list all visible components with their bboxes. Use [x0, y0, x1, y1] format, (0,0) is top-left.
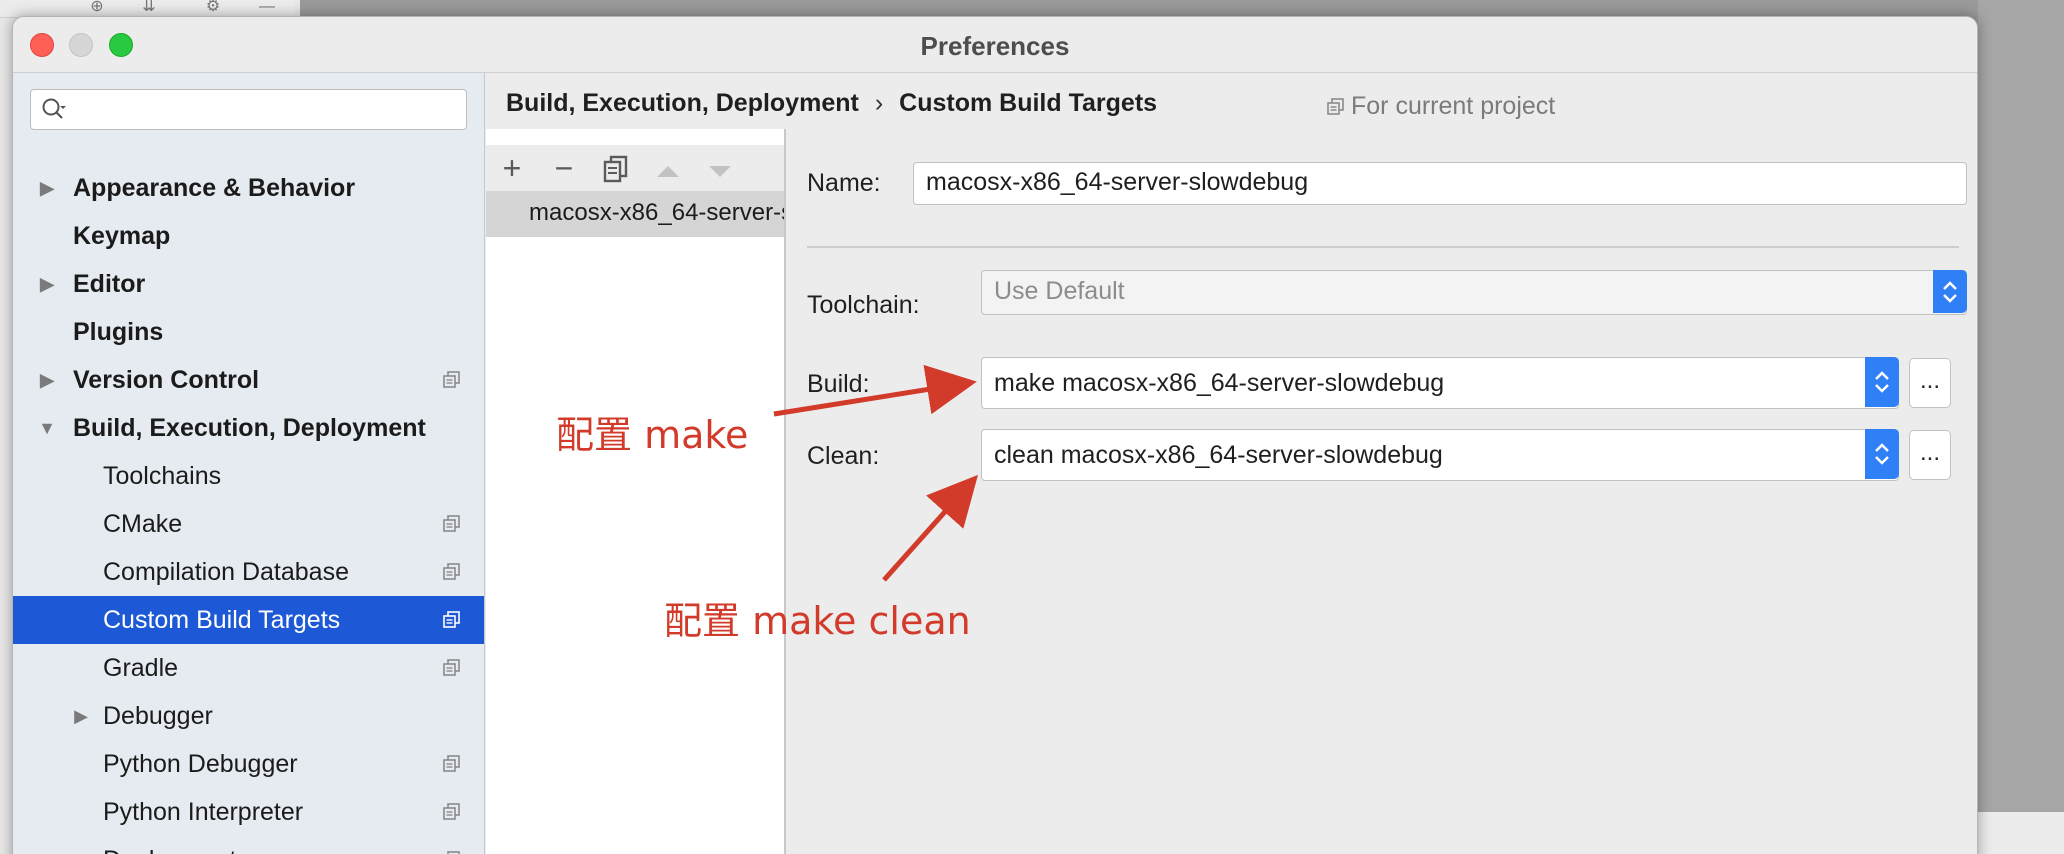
- sidebar-item-label: Appearance & Behavior: [73, 174, 356, 202]
- sidebar-item-editor[interactable]: ▶ Editor: [13, 260, 484, 308]
- triangle-up-icon: [657, 166, 679, 177]
- breadcrumb-separator: ›: [874, 89, 884, 117]
- sidebar-item-custom-build-targets[interactable]: Custom Build Targets: [13, 596, 484, 644]
- sidebar-item-label: Version Control: [73, 366, 260, 394]
- sidebar-item-python-debugger[interactable]: Python Debugger: [13, 740, 484, 788]
- scope-hint: For current project: [1327, 92, 1555, 121]
- sidebar-item-appearance-behavior[interactable]: ▶ Appearance & Behavior: [13, 164, 484, 212]
- title-bar: Preferences: [13, 17, 1977, 73]
- minimize-icon: —: [259, 0, 275, 15]
- sidebar-item-toolchains[interactable]: Toolchains: [13, 452, 484, 500]
- sidebar-item-label: Gradle: [103, 654, 179, 682]
- up-down-chevron-icon: [1943, 280, 1957, 303]
- breadcrumb-current: Custom Build Targets: [899, 89, 1158, 117]
- annotation-make-clean: 配置 make clean: [664, 599, 971, 643]
- sidebar-item-label: Deployment: [103, 836, 236, 854]
- toolchain-label: Toolchain:: [807, 291, 920, 319]
- clean-label: Clean:: [807, 442, 880, 470]
- name-field-value: macosx-x86_64-server-slowdebug: [926, 168, 1309, 196]
- project-scope-icon: [1327, 98, 1344, 115]
- sidebar-item-keymap[interactable]: Keymap: [13, 212, 484, 260]
- build-select[interactable]: make macosx-x86_64-server-slowdebug: [981, 357, 1899, 409]
- crosshair-icon: ⊕: [90, 0, 104, 15]
- clean-value: clean macosx-x86_64-server-slowdebug: [994, 441, 1443, 469]
- sidebar-item-label: Keymap: [73, 222, 171, 250]
- project-scope-icon: [443, 611, 460, 628]
- sidebar-item-label: Custom Build Targets: [103, 606, 341, 634]
- annotation-make: 配置 make: [556, 413, 749, 457]
- form-divider: [807, 246, 1959, 248]
- background-right-bottom: [1978, 812, 2064, 854]
- sidebar-item-cmake[interactable]: CMake: [13, 500, 484, 548]
- search-input[interactable]: [75, 94, 455, 124]
- copy-target-button[interactable]: [598, 151, 634, 187]
- background-right: [1978, 0, 2064, 854]
- target-list-item[interactable]: macosx-x86_64-server-slowdebug: [486, 191, 784, 237]
- name-field[interactable]: macosx-x86_64-server-slowdebug: [913, 162, 1967, 205]
- add-target-button[interactable]: +: [494, 151, 530, 187]
- copy-icon: [603, 155, 628, 183]
- sidebar-item-version-control[interactable]: ▶ Version Control: [13, 356, 484, 404]
- sidebar-item-label: Python Interpreter: [103, 798, 304, 826]
- build-select-arrows[interactable]: [1865, 357, 1899, 407]
- toolchain-select-arrows[interactable]: [1933, 270, 1967, 313]
- move-up-button[interactable]: [650, 151, 686, 187]
- scope-hint-text: For current project: [1351, 92, 1556, 120]
- project-scope-icon: [443, 659, 460, 676]
- sidebar-item-label: Plugins: [73, 318, 164, 346]
- collapsed-arrow-icon[interactable]: ▶: [37, 260, 57, 308]
- project-scope-icon: [443, 755, 460, 772]
- move-down-button[interactable]: [702, 151, 738, 187]
- sidebar-item-label: CMake: [103, 510, 183, 538]
- window-title: Preferences: [920, 31, 1070, 61]
- project-scope-icon: [443, 515, 460, 532]
- gear-icon: ⚙: [205, 0, 221, 15]
- targets-toolbar: + −: [486, 145, 784, 193]
- breadcrumb-parent: Build, Execution, Deployment: [506, 89, 859, 117]
- sidebar-item-label: Debugger: [103, 702, 213, 730]
- up-down-chevron-icon: [1875, 371, 1889, 393]
- build-value: make macosx-x86_64-server-slowdebug: [994, 369, 1445, 397]
- up-down-chevron-icon: [1875, 443, 1889, 465]
- collapsed-arrow-icon[interactable]: ▶: [71, 692, 91, 740]
- toolchain-select[interactable]: Use Default: [981, 270, 1967, 315]
- settings-tree: ▶ Appearance & Behavior Keymap ▶ Editor Plugi…: [13, 164, 484, 854]
- sidebar-item-label: Toolchains: [103, 462, 222, 490]
- targets-panel: [486, 129, 786, 854]
- sidebar-item-compilation-database[interactable]: Compilation Database: [13, 548, 484, 596]
- sidebar-item-debugger[interactable]: ▶ Debugger: [13, 692, 484, 740]
- project-scope-icon: [443, 563, 460, 580]
- build-label: Build:: [807, 370, 870, 398]
- search-icon: [42, 98, 66, 119]
- toolchain-value: Use Default: [994, 277, 1125, 305]
- sidebar-item-label: Python Debugger: [103, 750, 298, 778]
- expanded-arrow-icon[interactable]: ▼: [37, 404, 57, 452]
- triangle-down-icon: [709, 166, 731, 177]
- sidebar-item-label: Compilation Database: [103, 558, 349, 586]
- collapse-icon: ⇊: [142, 0, 156, 15]
- project-scope-icon: [443, 803, 460, 820]
- sidebar-item-build-execution-deployment[interactable]: ▼ Build, Execution, Deployment: [13, 404, 484, 452]
- remove-target-button[interactable]: −: [546, 151, 582, 187]
- clean-browse-button[interactable]: ...: [1909, 430, 1951, 480]
- clean-select[interactable]: clean macosx-x86_64-server-slowdebug: [981, 429, 1899, 481]
- sidebar-item-label: Editor: [73, 270, 146, 298]
- target-name: macosx-x86_64-server-slowdebug: [529, 199, 784, 226]
- preferences-window: Preferences ▶ Appearance & Behavior Keymap…: [12, 16, 1978, 854]
- breadcrumb: Build, Execution, Deployment › Custom Buil…: [506, 89, 1157, 118]
- build-browse-button[interactable]: ...: [1909, 358, 1951, 408]
- collapsed-arrow-icon[interactable]: ▶: [71, 836, 91, 854]
- sidebar-item-plugins[interactable]: Plugins: [13, 308, 484, 356]
- settings-search[interactable]: [30, 89, 467, 130]
- sidebar-item-deployment[interactable]: ▶ Deployment: [13, 836, 484, 854]
- name-label: Name:: [807, 169, 881, 197]
- project-scope-icon: [443, 371, 460, 388]
- sidebar-item-python-interpreter[interactable]: Python Interpreter: [13, 788, 484, 836]
- clean-select-arrows[interactable]: [1865, 429, 1899, 479]
- settings-sidebar: ▶ Appearance & Behavior Keymap ▶ Editor Plugi…: [13, 73, 485, 854]
- sidebar-item-label: Build, Execution, Deployment: [73, 414, 426, 442]
- collapsed-arrow-icon[interactable]: ▶: [37, 164, 57, 212]
- sidebar-item-gradle[interactable]: Gradle: [13, 644, 484, 692]
- collapsed-arrow-icon[interactable]: ▶: [37, 356, 57, 404]
